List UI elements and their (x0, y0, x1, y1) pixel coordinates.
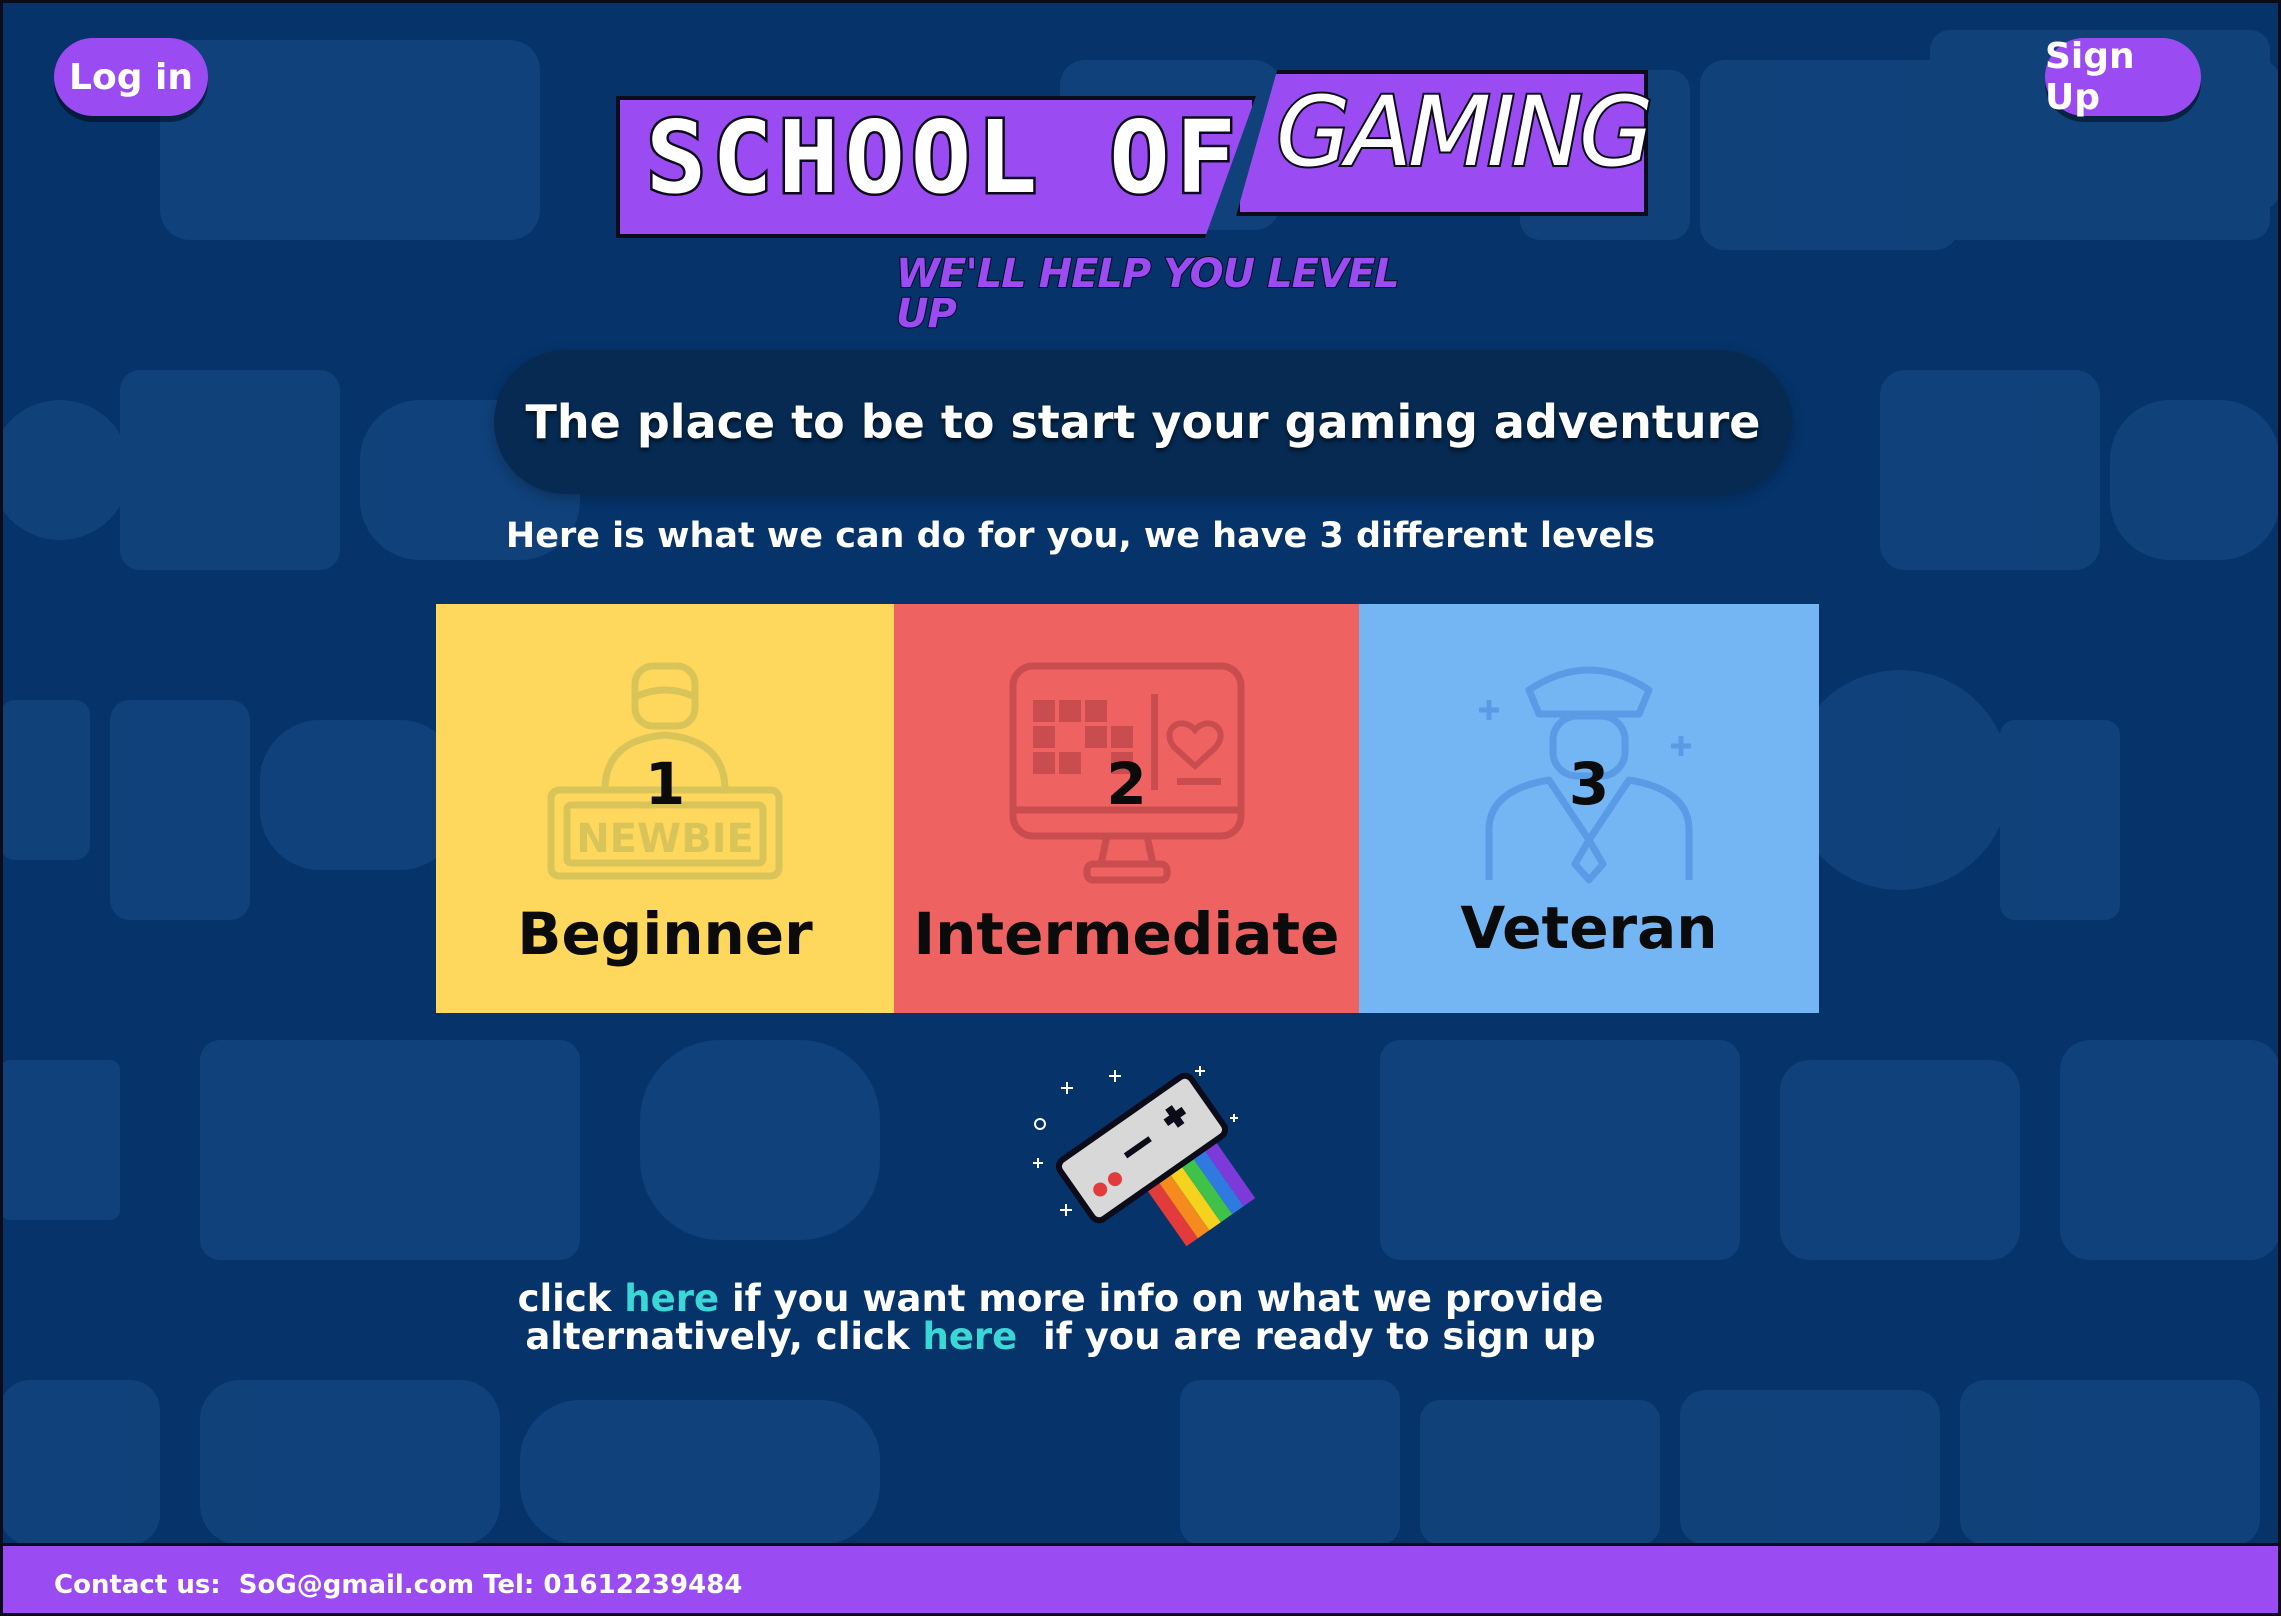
more-info-link[interactable]: here (624, 1277, 719, 1320)
levels-section: NEWBIE 1 Beginner 2 Intermediate 3 Veter… (436, 604, 1819, 1013)
rainbow-controller-icon (1033, 1066, 1256, 1247)
hero-title: The place to be to start your gaming adv… (525, 395, 1761, 449)
level-number: 1 (644, 750, 686, 818)
info-line-1-post: if you want more info on what we provide (719, 1277, 1604, 1320)
info-line-2-pre: alternatively, click (525, 1315, 923, 1358)
login-button[interactable]: Log in (54, 38, 208, 116)
footer: Contact us: SoG@gmail.com Tel: 016122394… (0, 1543, 2281, 1616)
level-name: Veteran (1460, 894, 1718, 962)
logo-gaming-text: GAMING (1274, 76, 1655, 188)
logo-school-of-text: SCHOOL OF (644, 99, 1242, 216)
info-line-2: alternatively, click here if you are rea… (0, 1318, 2121, 1356)
level-name: Beginner (517, 900, 813, 968)
level-card-intermediate[interactable]: 2 Intermediate (894, 604, 1359, 1013)
info-text: click here if you want more info on what… (0, 1280, 2281, 1356)
levels-intro-text: Here is what we can do for you, we have … (505, 516, 1656, 556)
footer-contact: Contact us: SoG@gmail.com Tel: 016122394… (54, 1570, 743, 1600)
newbie-badge-text: NEWBIE (576, 816, 754, 862)
logo-tagline: WE'LL HELP YOU LEVEL UP (895, 251, 1401, 337)
info-line-2-post: if you are ready to sign up (1017, 1315, 1596, 1358)
hero-banner: The place to be to start your gaming adv… (494, 350, 1792, 494)
level-name: Intermediate (913, 900, 1340, 968)
level-card-veteran[interactable]: 3 Veteran (1359, 604, 1819, 1013)
level-number: 3 (1568, 750, 1610, 818)
signup-link[interactable]: here (922, 1315, 1017, 1358)
info-line-1-pre: click (517, 1277, 625, 1320)
signup-button[interactable]: Sign Up (2045, 36, 2201, 118)
level-number: 2 (1106, 750, 1147, 818)
level-card-beginner[interactable]: NEWBIE 1 Beginner (436, 604, 894, 1013)
info-line-1: click here if you want more info on what… (0, 1280, 2121, 1318)
